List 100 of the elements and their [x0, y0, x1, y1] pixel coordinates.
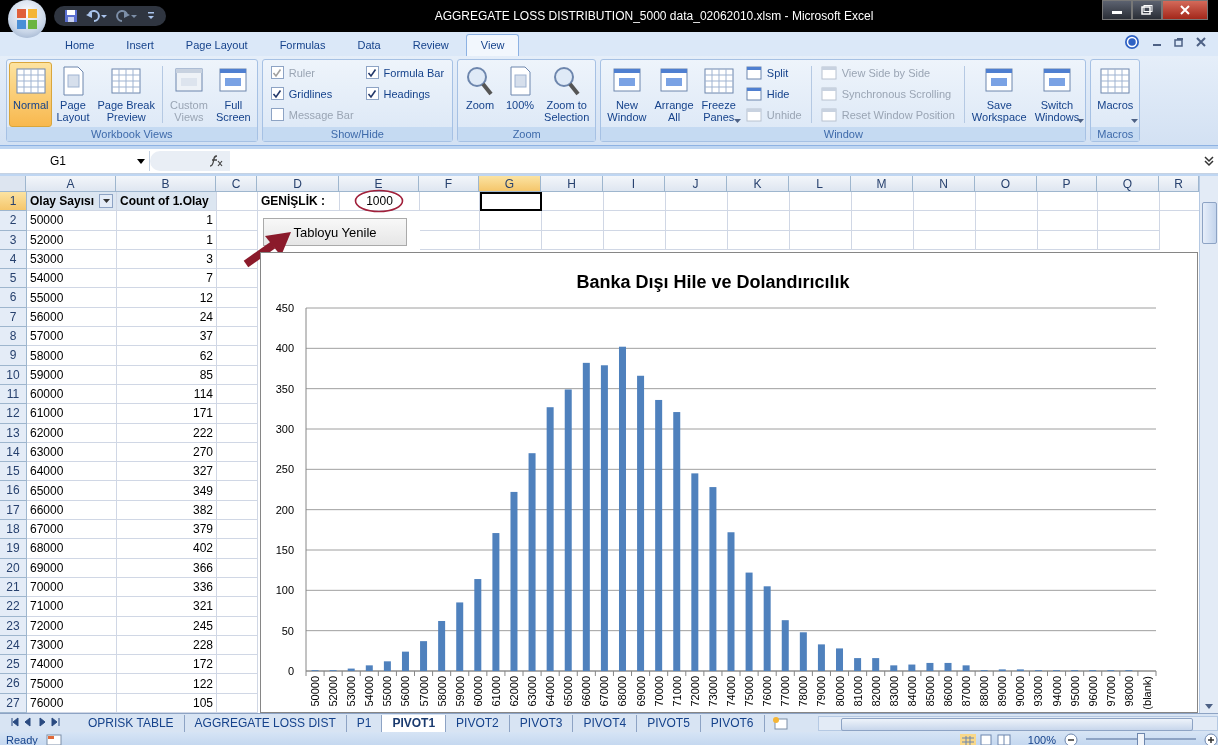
row-header[interactable]: 22 [0, 597, 27, 617]
empty-cell[interactable] [1098, 211, 1160, 231]
empty-cell[interactable] [420, 192, 480, 212]
row-header[interactable]: 1 [0, 192, 27, 212]
macro-recording-icon[interactable] [45, 733, 62, 745]
restore-button[interactable] [1132, 0, 1162, 20]
name-box[interactable]: G1 [0, 151, 150, 171]
ribbon-tab[interactable]: Data [342, 34, 396, 56]
empty-cell[interactable] [217, 307, 258, 328]
empty-cell[interactable] [728, 192, 790, 212]
ribbon-button[interactable]: Hide [745, 86, 802, 101]
row-header[interactable]: 16 [0, 481, 27, 501]
empty-cell[interactable] [217, 481, 258, 501]
column-header[interactable]: Q [1097, 176, 1159, 192]
checkbox[interactable]: Headings [365, 86, 445, 101]
ribbon-button[interactable]: Freeze Panes [697, 62, 740, 127]
undo-icon[interactable] [86, 9, 108, 23]
empty-cell[interactable] [914, 230, 976, 250]
ribbon-button[interactable]: Arrange All [650, 62, 698, 127]
help-icon[interactable] [1124, 34, 1140, 50]
scroll-down-icon[interactable] [1205, 704, 1213, 709]
empty-cell[interactable] [217, 616, 258, 636]
close-icon[interactable] [1196, 37, 1206, 47]
empty-cell[interactable] [217, 211, 258, 231]
ribbon-button[interactable]: Page Break Preview [93, 62, 159, 127]
ribbon-tab[interactable]: Review [397, 34, 464, 56]
empty-cell[interactable] [728, 230, 790, 250]
empty-cell[interactable] [914, 192, 976, 212]
empty-cell[interactable] [790, 230, 852, 250]
row-header[interactable]: 18 [0, 520, 27, 540]
page-layout-view-icon[interactable] [977, 733, 994, 745]
empty-cell[interactable] [604, 192, 666, 212]
scrollbar-thumb[interactable] [841, 717, 1193, 731]
column-header[interactable]: L [789, 176, 851, 192]
empty-cell[interactable] [666, 211, 728, 231]
insert-sheet-icon[interactable] [770, 716, 789, 730]
empty-cell[interactable] [852, 230, 914, 250]
row-header[interactable]: 2 [0, 211, 27, 231]
empty-cell[interactable] [480, 211, 542, 231]
expand-icon[interactable] [1204, 155, 1214, 167]
column-header[interactable]: J [665, 176, 727, 192]
restore-icon[interactable] [1174, 37, 1184, 47]
empty-cell[interactable] [852, 211, 914, 231]
empty-cell[interactable] [852, 192, 914, 212]
filter-dropdown-button[interactable] [99, 194, 113, 209]
empty-cell[interactable] [217, 558, 258, 578]
empty-cell[interactable] [728, 211, 790, 231]
refresh-table-button[interactable]: Tabloyu Yenile [263, 218, 407, 246]
ribbon-button[interactable]: Page Layout [52, 62, 94, 127]
office-button[interactable] [8, 0, 46, 38]
empty-cell[interactable] [217, 288, 258, 308]
checkbox[interactable]: Formula Bar [365, 65, 445, 80]
ribbon-tab[interactable]: Formulas [264, 34, 341, 56]
empty-cell[interactable] [217, 230, 258, 250]
column-header[interactable]: E [339, 176, 419, 192]
ribbon-button[interactable]: 100% [500, 62, 541, 127]
select-all-corner[interactable] [0, 176, 26, 192]
horizontal-scrollbar[interactable] [818, 715, 1218, 731]
empty-cell[interactable] [217, 462, 258, 482]
column-header[interactable]: G [479, 176, 541, 192]
vertical-scrollbar[interactable] [1199, 176, 1218, 713]
slider-thumb[interactable] [1137, 733, 1145, 745]
column-header[interactable]: N [913, 176, 975, 192]
empty-cell[interactable] [480, 230, 542, 250]
normal-view-icon[interactable] [959, 733, 976, 745]
empty-cell[interactable] [976, 192, 1038, 212]
empty-cell[interactable] [1038, 192, 1098, 212]
empty-cell[interactable] [666, 230, 728, 250]
empty-cell[interactable] [217, 597, 258, 617]
empty-cell[interactable] [217, 384, 258, 405]
row-header[interactable]: 19 [0, 539, 27, 559]
empty-cell[interactable] [976, 211, 1038, 231]
row-header[interactable]: 9 [0, 346, 27, 366]
empty-cell[interactable] [1098, 192, 1160, 212]
empty-cell[interactable] [1038, 211, 1098, 231]
empty-cell[interactable] [1098, 230, 1160, 250]
empty-cell[interactable] [217, 520, 258, 540]
empty-cell[interactable] [217, 577, 258, 598]
empty-cell[interactable] [217, 635, 258, 656]
ribbon-tab[interactable]: Page Layout [170, 34, 263, 56]
ribbon-button[interactable]: Zoom to Selection [540, 62, 594, 127]
empty-cell[interactable] [217, 423, 258, 443]
ribbon-button[interactable]: Split [745, 65, 802, 80]
minimize-button[interactable] [1102, 0, 1132, 20]
ribbon-button[interactable]: Normal [9, 62, 53, 127]
row-header[interactable]: 5 [0, 269, 27, 289]
column-header[interactable]: M [851, 176, 913, 192]
empty-cell[interactable] [420, 211, 480, 231]
row-header[interactable]: 6 [0, 288, 27, 308]
empty-cell[interactable] [790, 211, 852, 231]
column-header[interactable]: D [257, 176, 339, 192]
ribbon-button[interactable]: Macros [1093, 62, 1138, 127]
ribbon-button[interactable]: Save Workspace [967, 62, 1031, 127]
column-header[interactable]: K [727, 176, 789, 192]
empty-cell[interactable] [217, 365, 258, 385]
empty-cell[interactable] [217, 539, 258, 559]
empty-cell[interactable] [217, 442, 258, 463]
column-header[interactable]: P [1037, 176, 1097, 192]
scrollbar-thumb[interactable] [1202, 202, 1217, 244]
empty-cell[interactable] [217, 249, 258, 270]
